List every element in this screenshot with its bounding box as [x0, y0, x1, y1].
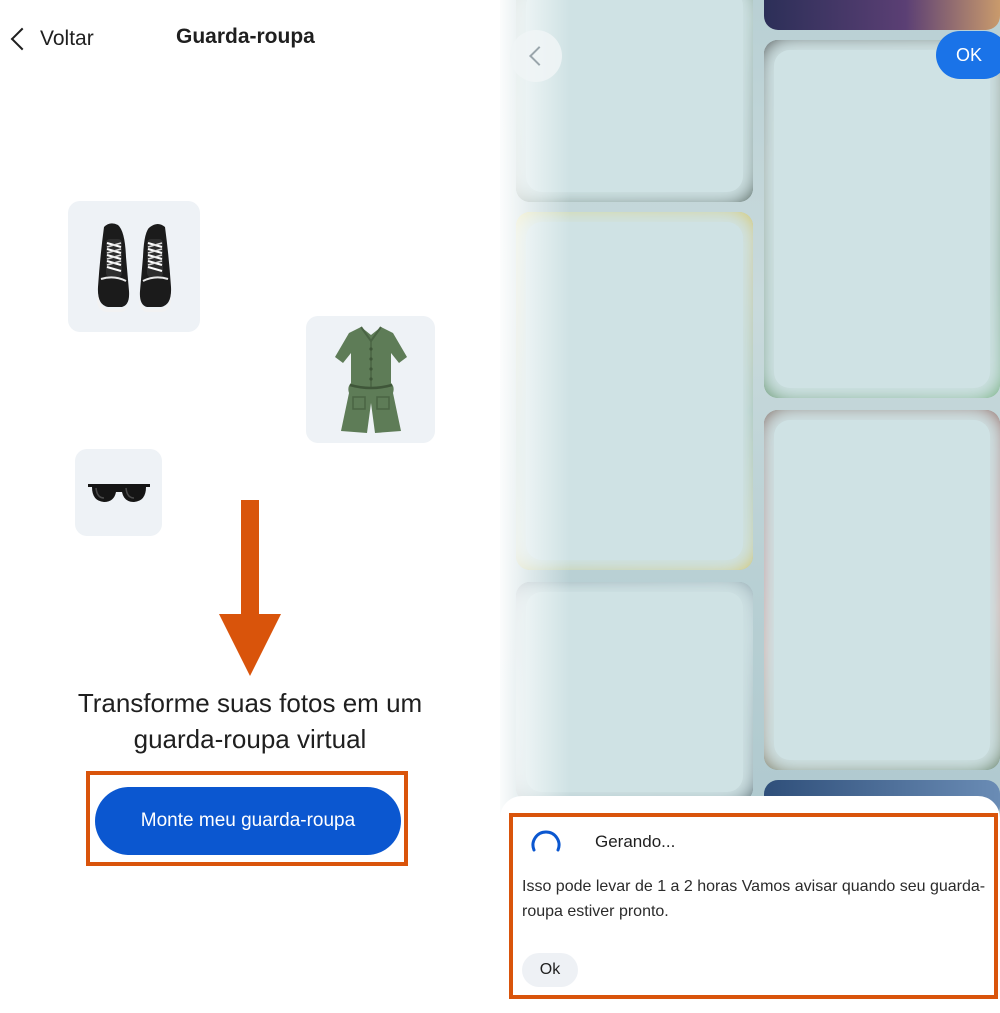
sneakers-icon	[97, 222, 172, 312]
ok-button[interactable]: Ok	[522, 953, 578, 987]
headline-line-1: Transforme suas fotos em um	[77, 688, 423, 718]
previous-button[interactable]	[510, 30, 562, 82]
photo-card[interactable]	[764, 40, 1000, 398]
generating-message: Isso pode levar de 1 a 2 horas Vamos avi…	[522, 878, 986, 920]
build-wardrobe-button[interactable]: Monte meu guarda-roupa	[95, 787, 401, 855]
loading-spinner-icon	[531, 830, 561, 852]
romper-tile	[306, 316, 435, 443]
back-label: Voltar	[40, 27, 94, 50]
ok-top-button[interactable]: OK	[936, 31, 1000, 79]
chevron-left-icon	[528, 46, 549, 66]
romper-icon	[334, 325, 407, 433]
page-title: Guarda-roupa	[176, 25, 315, 48]
wardrobe-intro-screen: Voltar Guarda-roupa Transforme suas foto…	[0, 0, 500, 1013]
intro-headline: Transforme suas fotos em um guarda-roupa…	[0, 685, 500, 757]
generating-title: Gerando...	[595, 832, 676, 851]
generating-screen: OK Gerando... Isso pode levar de 1 a 2 h…	[500, 0, 1000, 1013]
sneakers-tile	[68, 201, 200, 332]
photo-card[interactable]	[764, 410, 1000, 770]
back-button[interactable]: Voltar	[6, 22, 94, 56]
photo-card[interactable]	[764, 0, 1000, 30]
annotation-arrow-icon	[219, 500, 281, 676]
headline-line-2: guarda-roupa virtual	[133, 724, 367, 754]
sunglasses-icon	[87, 483, 150, 502]
sunglasses-tile	[75, 449, 162, 536]
chevron-left-icon	[10, 27, 34, 51]
